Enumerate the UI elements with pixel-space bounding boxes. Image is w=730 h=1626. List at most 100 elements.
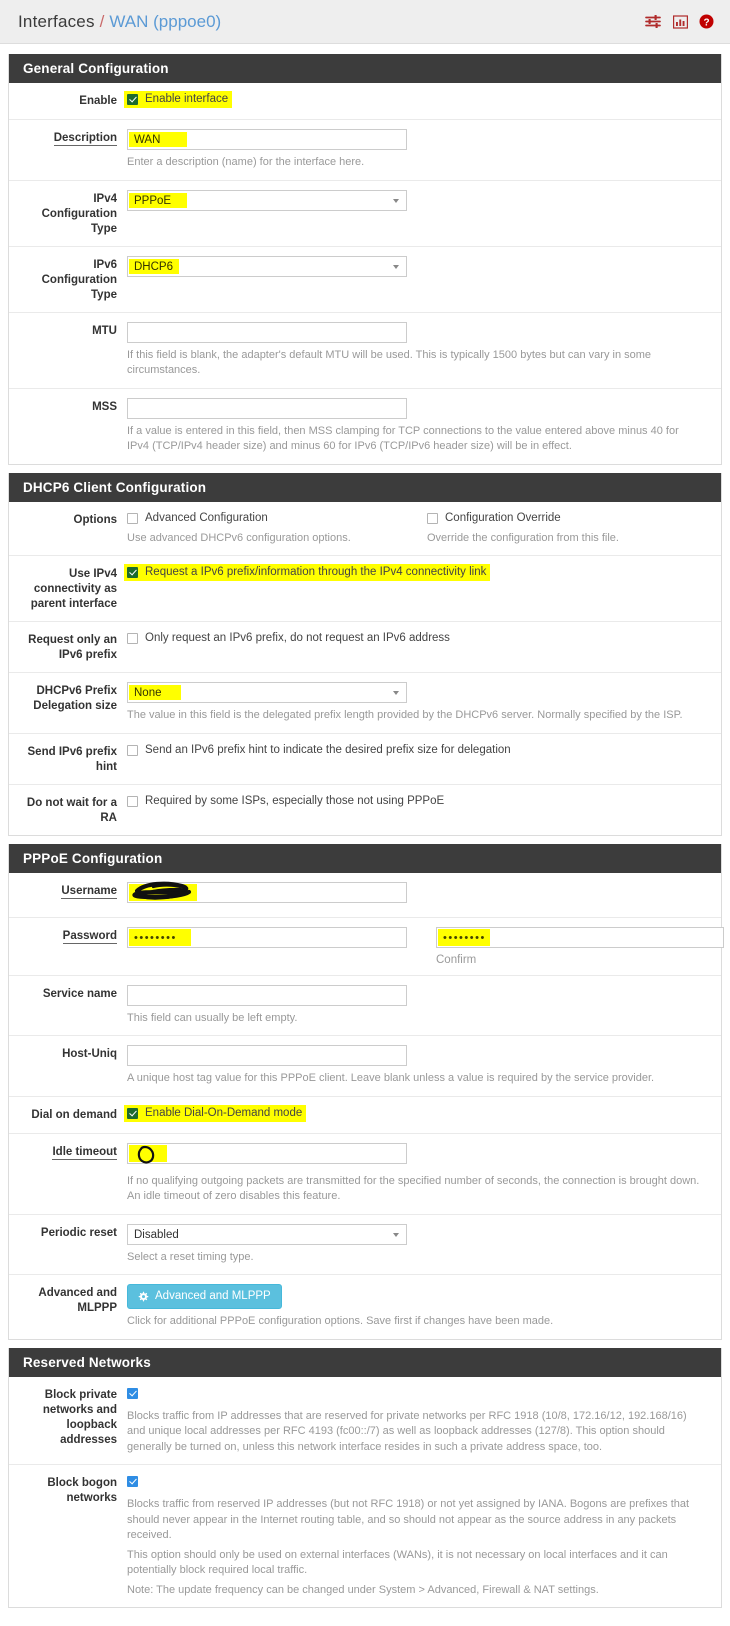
row-use-ipv4-parent: Use IPv4 connectivity as parent interfac…: [9, 556, 721, 622]
chevron-down-icon: [393, 691, 399, 695]
label-password-confirm: Confirm: [436, 953, 477, 966]
idle-timeout-input[interactable]: [127, 1142, 407, 1164]
label-prefix-delegation-size: DHCPv6 Prefix Delegation size: [33, 685, 117, 712]
svg-text:?: ?: [703, 17, 709, 28]
label-host-uniq: Host-Uniq: [62, 1048, 117, 1060]
control-idle-timeout: If no qualifying outgoing packets are tr…: [127, 1142, 721, 1205]
checkbox-send-ipv6-prefix-hint[interactable]: Send an IPv6 prefix hint to indicate the…: [127, 743, 707, 758]
use-ipv4-highlight: Request a IPv6 prefix/information throug…: [123, 564, 491, 581]
checkbox-block-bogon-networks[interactable]: [127, 1476, 138, 1487]
control-do-not-wait-ra: Required by some ISPs, especially those …: [127, 794, 721, 826]
host-uniq-input[interactable]: [127, 1045, 407, 1066]
control-send-prefix-hint: Send an IPv6 prefix hint to indicate the…: [127, 743, 721, 775]
ipv6-type-select[interactable]: DHCP6: [127, 255, 407, 277]
panel-body-general: Enable Enable interface Description WAN: [9, 83, 721, 464]
panel-body-pppoe: Username Password •••••••• •••••••• Conf…: [9, 872, 724, 1339]
sliders-icon[interactable]: [645, 14, 662, 29]
row-ipv6-type: IPv6 Configuration Type DHCP6: [9, 247, 721, 313]
label-description: Description: [53, 132, 117, 146]
mtu-input[interactable]: [127, 321, 407, 343]
password-field-wrap: ••••••••: [127, 926, 407, 948]
mss-input[interactable]: [127, 397, 407, 419]
password-input[interactable]: ••••••••: [127, 926, 407, 948]
checkbox-block-private-networks[interactable]: [127, 1387, 138, 1399]
password-confirm-col: •••••••• Confirm: [436, 926, 726, 966]
checkbox-enable-dial-on-demand[interactable]: Enable Dial-On-Demand mode: [127, 1106, 302, 1121]
label-use-ipv4-parent: Use IPv4 connectivity as parent interfac…: [30, 568, 117, 610]
control-mtu: If this field is blank, the adapter's de…: [127, 321, 721, 379]
row-dial-on-demand: Dial on demand Enable Dial-On-Demand mod…: [9, 1097, 721, 1134]
help-idle-timeout: If no qualifying outgoing packets are tr…: [127, 1174, 700, 1203]
checkbox-configuration-override[interactable]: Configuration Override: [427, 511, 727, 526]
checkbox-enable-interface[interactable]: Enable interface: [127, 92, 228, 107]
checkbox-box-icon: [127, 1107, 138, 1119]
password-col: ••••••••: [127, 926, 412, 966]
checkbox-box-icon: [127, 567, 138, 578]
panel-dhcp6-client-configuration: DHCP6 Client Configuration Options Advan…: [8, 472, 722, 836]
row-do-not-wait-ra: Do not wait for a RA Required by some IS…: [9, 785, 721, 835]
row-block-bogon-networks: Block bogon networks Blocks traffic from…: [9, 1465, 721, 1607]
control-block-bogon-networks: Blocks traffic from reserved IP addresse…: [127, 1474, 721, 1598]
control-password: •••••••• •••••••• Confirm: [127, 926, 730, 966]
username-redaction-scribble: [127, 878, 205, 911]
label-dhcp6-options: Options: [73, 513, 117, 526]
checkbox-request-ipv6-prefix-via-ipv4[interactable]: Request a IPv6 prefix/information throug…: [127, 565, 486, 580]
header-icon-group: ?: [645, 14, 714, 29]
chart-icon[interactable]: [673, 14, 688, 29]
checkbox-do-not-wait-ra-label: Required by some ISPs, especially those …: [145, 794, 445, 807]
breadcrumb-current[interactable]: WAN (pppoe0): [109, 12, 221, 32]
label-request-prefix-only: Request only an IPv6 prefix: [28, 634, 117, 661]
breadcrumb-root[interactable]: Interfaces: [18, 12, 95, 32]
control-service-name: This field can usually be left empty.: [127, 984, 721, 1027]
idle-timeout-field-wrap: [127, 1142, 407, 1164]
control-use-ipv4-parent: Request a IPv6 prefix/information throug…: [123, 564, 721, 612]
row-dhcp6-options: Options Advanced Configuration Use advan…: [9, 502, 721, 556]
service-name-input[interactable]: [127, 984, 407, 1006]
checkbox-only-request-ipv6-prefix[interactable]: Only request an IPv6 prefix, do not requ…: [127, 631, 707, 646]
chevron-down-icon: [393, 198, 399, 203]
panel-title-dhcp6: DHCP6 Client Configuration: [9, 472, 721, 502]
help-prefix-delegation: The value in this field is the delegated…: [127, 709, 683, 721]
row-ipv4-type: IPv4 Configuration Type PPPoE: [9, 181, 721, 247]
dial-on-demand-highlight: Enable Dial-On-Demand mode: [123, 1104, 307, 1122]
help-advanced-configuration: Use advanced DHCPv6 configuration option…: [127, 531, 351, 544]
control-request-prefix-only: Only request an IPv6 prefix, do not requ…: [127, 631, 721, 663]
help-mss: If a value is entered in this field, the…: [127, 424, 679, 453]
dhcp6-options-columns: Advanced Configuration Use advanced DHCP…: [127, 511, 727, 547]
checkbox-box-icon: [127, 795, 138, 807]
ipv6-type-wrap: DHCP6: [127, 255, 407, 277]
row-host-uniq: Host-Uniq A unique host tag value for th…: [9, 1036, 721, 1097]
description-input[interactable]: WAN: [127, 129, 407, 150]
advanced-mlppp-button[interactable]: Advanced and MLPPP: [127, 1284, 282, 1309]
control-mss: If a value is entered in this field, the…: [127, 397, 721, 455]
periodic-reset-select[interactable]: Disabled: [127, 1223, 407, 1245]
ipv4-type-select[interactable]: PPPoE: [127, 189, 407, 211]
label-advanced-mlppp: Advanced and MLPPP: [38, 1287, 117, 1314]
label-mss: MSS: [92, 400, 117, 413]
password-confirm-input[interactable]: ••••••••: [436, 926, 724, 948]
checkbox-do-not-wait-ra[interactable]: Required by some ISPs, especially those …: [127, 794, 707, 809]
chevron-down-icon: [393, 1232, 399, 1237]
gear-icon: [137, 1291, 149, 1303]
control-host-uniq: A unique host tag value for this PPPoE c…: [127, 1045, 721, 1087]
panel-reserved-networks: Reserved Networks Block private networks…: [8, 1347, 722, 1608]
label-mtu: MTU: [92, 324, 117, 337]
interface-config-page: Interfaces / WAN (pppoe0) ? General Conf…: [0, 0, 730, 1626]
row-periodic-reset: Periodic reset Disabled Select a reset t…: [9, 1215, 721, 1275]
help-block-private-networks: Blocks traffic from IP addresses that ar…: [127, 1409, 687, 1453]
checkbox-advanced-configuration-label: Advanced Configuration: [145, 511, 268, 524]
row-send-prefix-hint: Send IPv6 prefix hint Send an IPv6 prefi…: [9, 734, 721, 785]
control-description: WAN Enter a description (name) for the i…: [127, 129, 721, 171]
label-service-name: Service name: [42, 987, 117, 1000]
help-service-name: This field can usually be left empty.: [127, 1011, 298, 1024]
checkbox-advanced-configuration[interactable]: Advanced Configuration: [127, 511, 427, 526]
checkbox-box-icon: [127, 94, 138, 105]
username-field-wrap: [127, 881, 407, 903]
panel-body-dhcp6: Options Advanced Configuration Use advan…: [9, 501, 721, 835]
panel-body-reserved: Block private networks and loopback addr…: [9, 1376, 721, 1607]
help-circle-icon[interactable]: ?: [699, 14, 714, 29]
control-prefix-delegation-size: None The value in this field is the dele…: [127, 682, 721, 724]
control-advanced-mlppp: Advanced and MLPPP Click for additional …: [127, 1284, 721, 1330]
enable-highlight: Enable interface: [123, 91, 233, 108]
prefix-delegation-select[interactable]: None: [127, 682, 407, 703]
